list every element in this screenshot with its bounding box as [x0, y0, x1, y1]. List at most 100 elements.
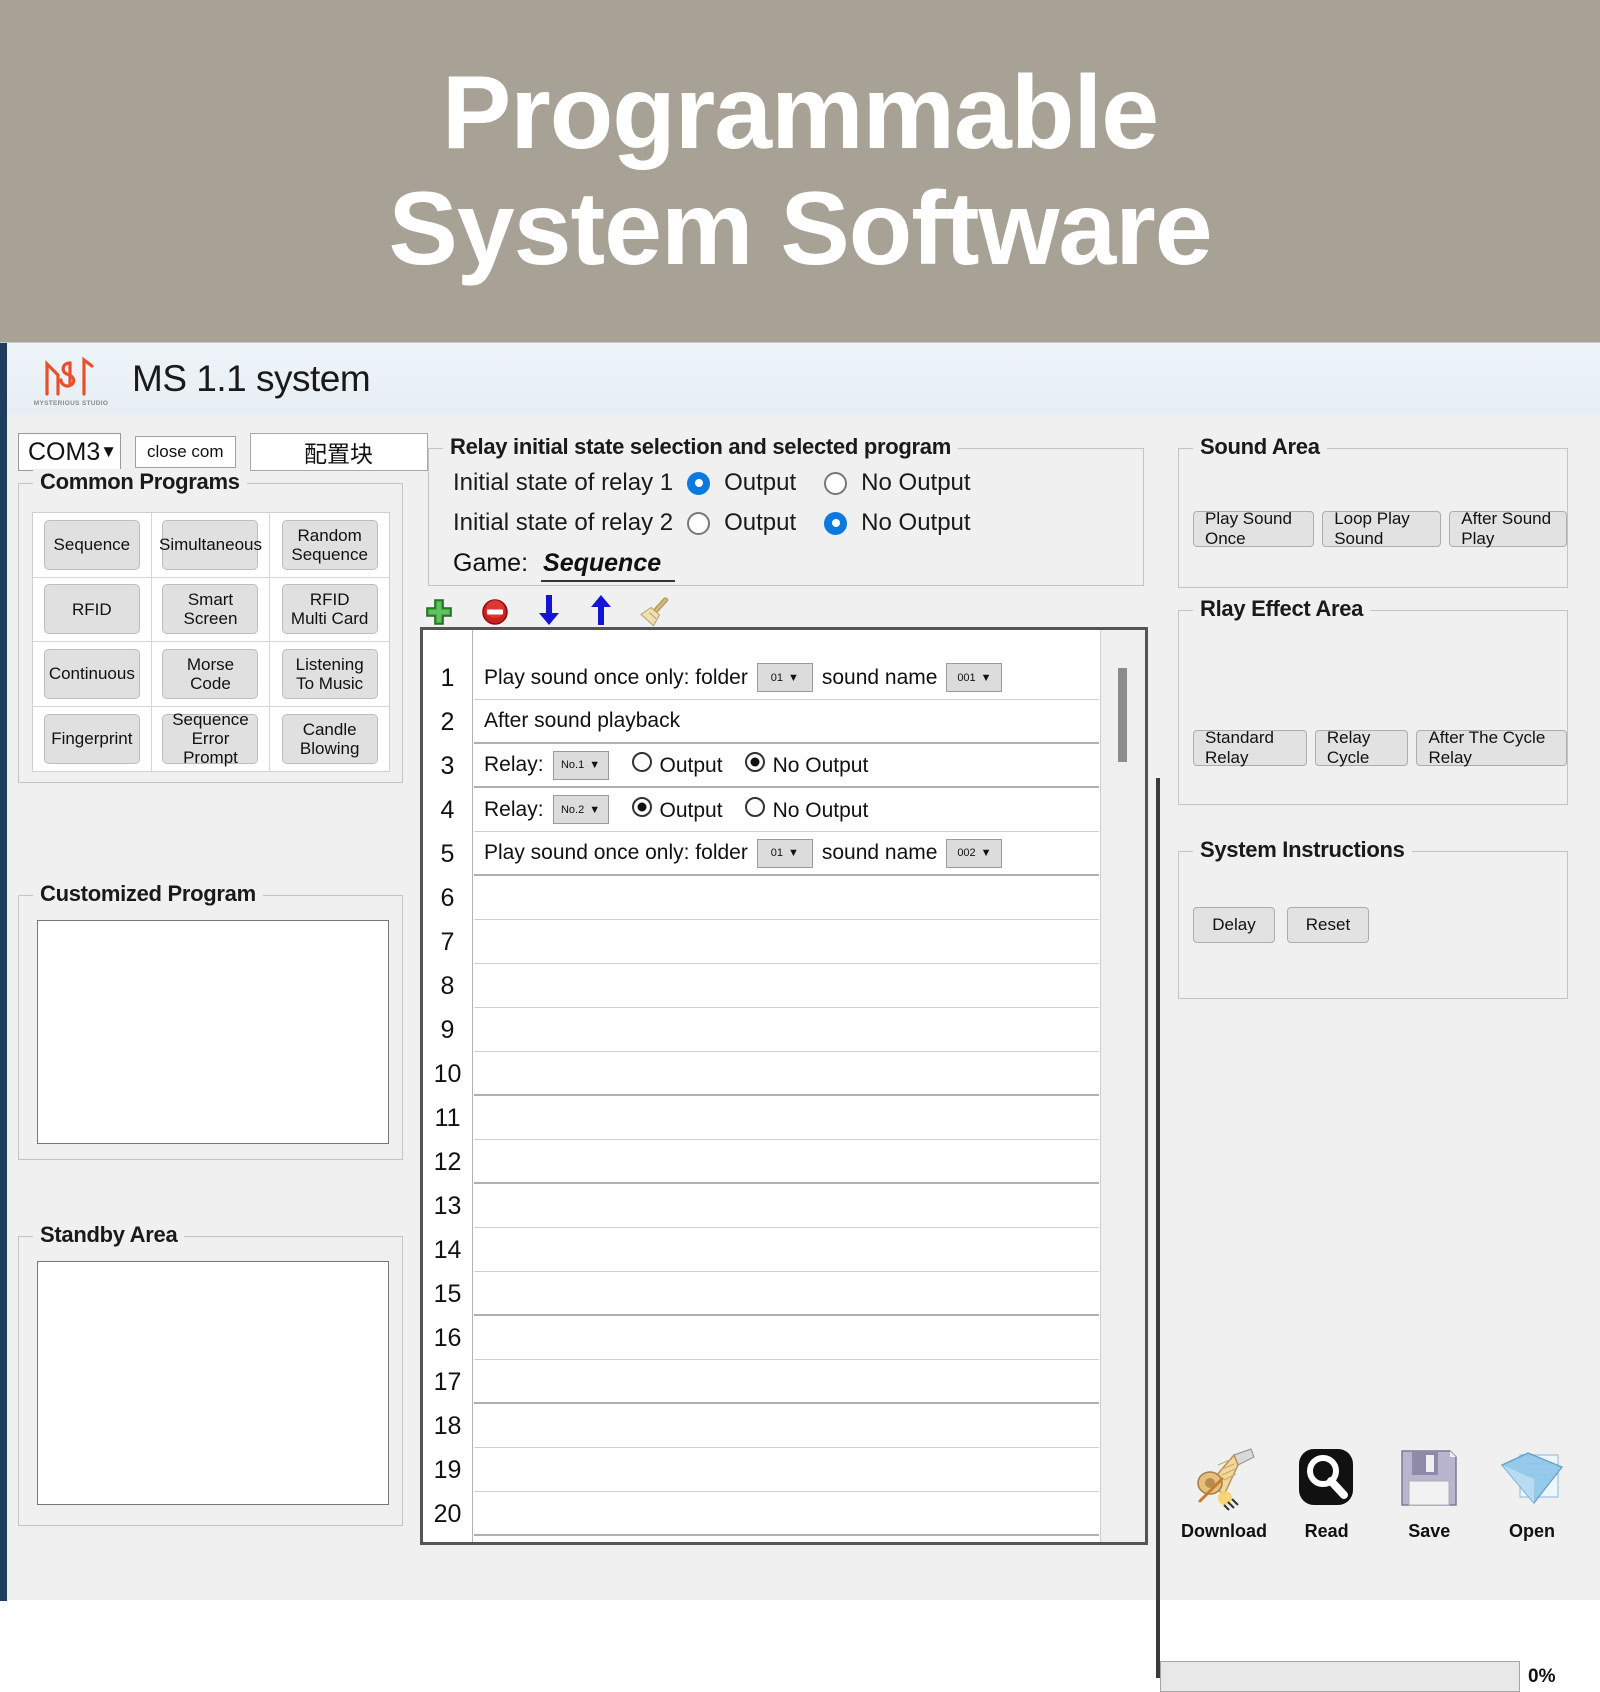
save-label: Save [1408, 1521, 1451, 1541]
common-program-button[interactable]: Fingerprint [43, 713, 140, 764]
common-programs-group: Common Programs Sequence Simultaneous Rand… [18, 469, 403, 783]
row-output-radio[interactable] [631, 752, 652, 772]
program-list-row[interactable] [474, 876, 1099, 920]
download-action[interactable]: Download [1178, 1441, 1270, 1542]
relay1-output-radio[interactable] [687, 471, 711, 495]
common-program-button[interactable]: Sequence Error Prompt [162, 710, 259, 767]
move-down-icon[interactable] [536, 593, 562, 627]
common-program-button[interactable]: Candle Blowing [281, 713, 378, 764]
program-list-row[interactable]: After sound playback [474, 700, 1099, 744]
common-program-button[interactable]: Listening To Music [281, 648, 378, 699]
program-list-row[interactable] [474, 1316, 1099, 1360]
chevron-down-icon: ▼ [589, 803, 601, 816]
clear-broom-icon[interactable] [640, 593, 674, 627]
move-up-icon[interactable] [588, 593, 614, 627]
program-list-rows: Play sound once only: folder 01 ▼ sound nam… [474, 630, 1099, 1542]
delay-button[interactable]: Delay [1193, 907, 1275, 943]
row-text-middle: sound name [821, 841, 938, 864]
loop-play-sound-button[interactable]: Loop Play Sound [1322, 509, 1442, 548]
common-program-button[interactable]: Random Sequence [281, 519, 378, 570]
common-program-button[interactable]: Smart Screen [162, 584, 259, 635]
program-list[interactable]: 1 2 3 4 5 6 7 8 9 10 11 12 13 14 15 16 17 18 19 20 Play sou… [420, 627, 1148, 1545]
common-program-button[interactable]: Continuous [43, 648, 140, 699]
reset-button[interactable]: Reset [1287, 907, 1369, 943]
common-program-button[interactable]: Morse Code [162, 648, 259, 699]
after-the-cycle-relay-button[interactable]: After The Cycle Relay [1416, 728, 1567, 767]
relay2-output-radio[interactable] [687, 511, 711, 535]
program-list-row[interactable] [474, 1184, 1099, 1228]
program-list-row[interactable] [474, 1448, 1099, 1492]
common-program-button[interactable]: Simultaneous [159, 519, 262, 570]
program-list-row[interactable] [474, 1228, 1099, 1272]
line-number: 19 [433, 1455, 462, 1484]
folder-select[interactable]: 01 ▼ [756, 663, 813, 692]
row-text-prefix: Play sound once only: folder [484, 665, 748, 689]
game-value[interactable]: Sequence [541, 549, 676, 582]
program-list-row[interactable]: Relay: No.1 ▼ Output No Output [474, 744, 1099, 788]
relay2-no-output-radio[interactable] [824, 511, 848, 535]
download-label: Download [1181, 1521, 1267, 1541]
folder-select-value: 01 [770, 671, 784, 684]
customized-program-list[interactable] [37, 920, 389, 1144]
relay-cycle-button[interactable]: Relay Cycle [1314, 728, 1409, 767]
program-list-row[interactable] [474, 1272, 1099, 1316]
program-list-row[interactable]: Relay: No.2 ▼ Output No Output [474, 788, 1099, 832]
common-program-button[interactable]: Sequence [43, 519, 140, 570]
customized-program-group: Customized Program [18, 881, 403, 1160]
relay-number-select[interactable]: No.1 ▼ [552, 750, 609, 780]
read-action[interactable]: Read [1281, 1441, 1373, 1542]
row-output-option: Output [631, 796, 723, 823]
scrollbar-thumb[interactable] [1118, 668, 1127, 762]
program-list-row[interactable] [474, 1492, 1099, 1536]
row-output-label: Output [659, 798, 723, 822]
delete-icon[interactable] [480, 597, 510, 627]
row-no-output-radio[interactable] [744, 752, 765, 772]
save-action[interactable]: Save [1383, 1441, 1475, 1542]
program-list-row[interactable]: Play sound once only: folder 01 ▼ sound nam… [474, 656, 1099, 700]
play-sound-once-button[interactable]: Play Sound Once [1193, 509, 1315, 548]
standard-relay-button[interactable]: Standard Relay [1193, 728, 1307, 767]
common-program-cell: Sequence [33, 513, 152, 578]
program-list-row[interactable] [474, 1404, 1099, 1448]
line-number: 13 [433, 1191, 462, 1220]
com-port-select[interactable]: COM3 ▼ [18, 433, 121, 471]
relay-group-legend: Relay initial state selection and select… [443, 434, 958, 460]
sound-name-select[interactable]: 001 ▼ [946, 663, 1003, 692]
program-list-row[interactable] [474, 1008, 1099, 1052]
list-action-toolbar [424, 591, 674, 627]
line-number: 4 [440, 795, 455, 824]
config-block-button[interactable]: 配置块 [249, 433, 428, 471]
sound-name-select[interactable]: 002 ▼ [946, 838, 1003, 868]
row-output-radio[interactable] [631, 796, 652, 817]
standby-area-list[interactable] [37, 1261, 389, 1505]
folder-select[interactable]: 01 ▼ [756, 838, 813, 868]
relay-initial-state-group: Relay initial state selection and select… [428, 434, 1144, 586]
line-number: 8 [440, 971, 455, 1000]
program-list-row[interactable]: Play sound once only: folder 01 ▼ sound nam… [474, 832, 1099, 876]
relay-effect-buttons: Standard Relay Relay Cycle After The Cyc… [1193, 728, 1567, 767]
program-list-line-numbers: 1 2 3 4 5 6 7 8 9 10 11 12 13 14 15 16 17 18 19 20 [423, 630, 473, 1542]
after-sound-play-button[interactable]: After Sound Play [1449, 509, 1567, 548]
relay1-no-output-radio[interactable] [824, 471, 848, 495]
row-no-output-radio[interactable] [744, 796, 765, 817]
panel-divider [1156, 778, 1160, 1678]
sound-name-select-value: 002 [957, 847, 976, 859]
open-action[interactable]: Open [1486, 1441, 1578, 1542]
mysterious-studio-logo-icon [45, 356, 94, 396]
relay-number-select[interactable]: No.2 ▼ [552, 795, 609, 824]
program-list-row[interactable] [474, 1140, 1099, 1184]
common-program-button[interactable]: RFID [43, 584, 140, 635]
program-list-row[interactable] [474, 964, 1099, 1008]
close-com-button[interactable]: close com [135, 436, 236, 468]
program-list-row[interactable] [474, 1360, 1099, 1404]
line-number: 15 [433, 1279, 462, 1308]
program-list-row[interactable] [474, 1096, 1099, 1140]
program-list-row[interactable] [474, 1052, 1099, 1096]
program-list-row[interactable] [474, 920, 1099, 964]
program-list-scrollbar[interactable] [1100, 630, 1145, 1542]
relay1-row: Initial state of relay 1 Output No Outpu… [453, 469, 971, 497]
add-icon[interactable] [424, 597, 454, 627]
common-program-button[interactable]: RFID Multi Card [281, 584, 378, 635]
relay2-no-output-label: No Output [861, 509, 971, 536]
row-no-output-label: No Output [772, 798, 869, 822]
